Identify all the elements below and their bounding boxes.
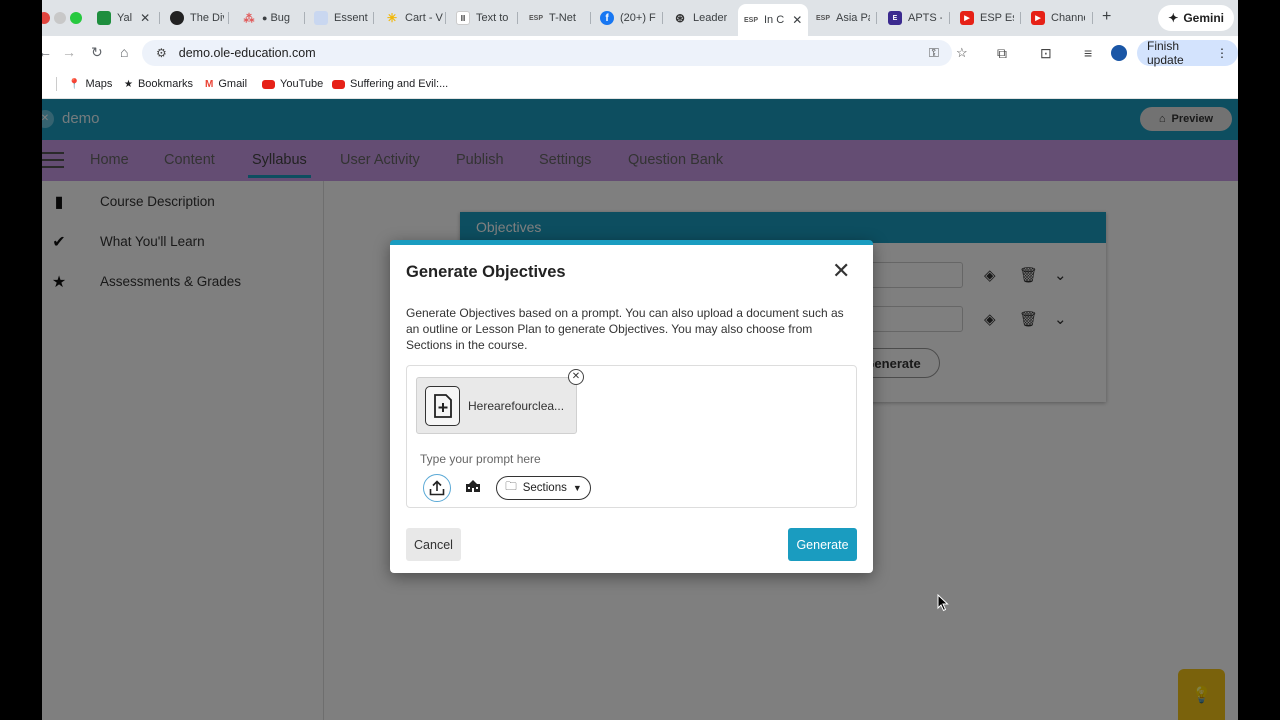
tab-close-icon[interactable]: ✕ — [792, 13, 802, 27]
tab-favicon-icon — [170, 11, 184, 25]
close-icon[interactable]: ✕ — [832, 260, 850, 282]
browser-tab[interactable]: f (20+) F — [600, 5, 656, 31]
tab-separator — [1020, 12, 1021, 24]
esp-favicon-icon: ESP — [744, 16, 759, 24]
bookmark-youtube[interactable]: YouTube — [262, 78, 323, 90]
upload-icon[interactable] — [423, 474, 451, 502]
esp-favicon-icon: ESP — [529, 14, 544, 22]
generate-objectives-modal: Generate Objectives ✕ Generate Objective… — [390, 240, 873, 573]
caret-down-icon: ▼ — [572, 483, 582, 493]
browser-tab[interactable]: E APTS - — [888, 5, 942, 31]
browser-tab[interactable]: The Div — [170, 5, 224, 31]
browser-toolbar: ← → ↻ ⌂ ⚙ demo.ole-education.com ⚿ ☆ ⧉ ⊡… — [42, 36, 1238, 68]
tab-separator — [949, 12, 950, 24]
site-info-icon[interactable]: ⚙ — [156, 46, 167, 60]
browser-tab[interactable]: ✳ Cart - V — [385, 5, 443, 31]
finish-update-button[interactable]: Finish update ⋮ — [1137, 39, 1238, 67]
extensions-icon[interactable]: ⧉ — [997, 45, 1007, 62]
asana-icon: ⁂ — [243, 12, 255, 25]
tab-close-icon[interactable]: ✕ — [140, 11, 150, 25]
recording-dot-icon: ● — [262, 13, 268, 23]
new-tab-plus-icon[interactable]: + — [1102, 8, 1111, 26]
mouse-cursor-icon — [937, 593, 949, 617]
forward-arrow-icon[interactable]: → — [62, 44, 76, 60]
window-close-dot[interactable] — [42, 12, 50, 24]
tab-separator — [876, 12, 877, 24]
browser-tab[interactable]: Yal ✕ — [97, 5, 150, 31]
media-controls-icon[interactable]: ≡ — [1084, 45, 1092, 61]
browser-tab[interactable]: ⊛ Leader — [673, 5, 727, 31]
cancel-button[interactable]: Cancel — [406, 528, 461, 561]
home-icon[interactable]: ⌂ — [120, 44, 128, 60]
browser-tab[interactable]: II Text to — [456, 5, 508, 31]
facebook-icon: f — [600, 11, 614, 25]
browser-tab[interactable]: ⁂ ● Bug — [242, 5, 291, 31]
prompt-box: Herearefourclea... ✕ 🗀Sections▼ — [406, 365, 857, 508]
tab-favicon-icon — [97, 11, 111, 25]
attachment-filename: Herearefourclea... — [468, 399, 565, 413]
tab-separator — [159, 12, 160, 24]
tab-separator — [304, 12, 305, 24]
remove-attachment-icon[interactable]: ✕ — [568, 369, 584, 385]
tab-separator — [228, 12, 229, 24]
bookmark-maps[interactable]: 📍 Maps — [68, 78, 112, 90]
profile-avatar[interactable] — [1111, 45, 1127, 61]
youtube-icon: ▶ — [960, 11, 974, 25]
reload-icon[interactable]: ↻ — [91, 44, 103, 61]
openai-icon: ⊛ — [674, 11, 686, 25]
more-menu-icon[interactable]: ⋮ — [1216, 46, 1228, 60]
window-minimize-dot[interactable] — [54, 12, 66, 24]
tab-search-icon[interactable]: ⊡ — [1040, 45, 1052, 62]
tab-separator — [590, 12, 591, 24]
gmail-icon: M — [205, 78, 214, 90]
browser-tab[interactable]: ESPAsia Pa — [816, 5, 870, 31]
bookmarks-bar: 📍 Maps ★ Bookmarks M Gmail YouTube Sufferin… — [42, 68, 1238, 99]
tab-separator — [1092, 12, 1093, 24]
bookmark-star-icon[interactable]: ☆ — [956, 45, 968, 61]
window-zoom-dot[interactable] — [70, 12, 82, 24]
file-add-icon — [425, 386, 460, 426]
tab-separator — [662, 12, 663, 24]
sections-dropdown[interactable]: 🗀 Sections ▼ — [496, 476, 591, 500]
password-key-icon[interactable]: ⚿ — [929, 45, 939, 61]
modal-description: Generate Objectives based on a prompt. Y… — [406, 306, 844, 352]
address-bar[interactable]: ⚙ demo.ole-education.com ⚿ ☆ — [142, 40, 968, 66]
tab-separator — [517, 12, 518, 24]
browser-tab[interactable]: Essenti — [314, 5, 368, 31]
tab-favicon-icon: E — [888, 11, 902, 25]
attachment-chip[interactable]: Herearefourclea... — [416, 377, 577, 434]
bookmark-suffering-and-evil[interactable]: Suffering and Evil:... — [332, 78, 448, 90]
modal-title: Generate Objectives — [406, 263, 566, 281]
maps-pin-icon: 📍 — [68, 78, 81, 90]
esp-favicon-icon: ESP — [816, 14, 831, 22]
generate-button[interactable]: Generate — [788, 528, 857, 561]
school-icon[interactable] — [465, 479, 481, 496]
youtube-icon — [262, 79, 275, 89]
back-arrow-icon[interactable]: ← — [42, 44, 52, 60]
prompt-input[interactable] — [420, 450, 840, 468]
folder-icon: 🗀 — [505, 480, 517, 493]
walmart-icon: ✳ — [386, 11, 398, 25]
tab-separator — [373, 12, 374, 24]
bookmark-bookmarks[interactable]: ★ Bookmarks — [124, 78, 193, 90]
youtube-icon — [332, 79, 345, 89]
gemini-sparkle-icon: ✦ — [1168, 11, 1179, 25]
pause-icon: II — [456, 11, 470, 25]
tab-favicon-icon — [314, 11, 328, 25]
browser-tab[interactable]: ▶ ESP Es — [960, 5, 1014, 31]
bookmarks-divider — [56, 77, 57, 91]
tab-separator — [445, 12, 446, 24]
browser-tab[interactable]: ▶Channe — [1031, 5, 1085, 31]
browser-window: Yal✕ The Div ⁂●Bug Essenti ✳Cart - V IIT… — [42, 0, 1238, 720]
browser-tab-active[interactable]: ESP In C ✕ — [738, 4, 809, 36]
star-icon: ★ — [124, 78, 133, 90]
browser-tab[interactable]: ESP T-Net — [529, 5, 576, 31]
youtube-icon: ▶ — [1031, 11, 1045, 25]
bookmark-gmail[interactable]: M Gmail — [205, 78, 247, 90]
gemini-button[interactable]: ✦ Gemini — [1158, 5, 1234, 31]
tab-strip: Yal✕ The Div ⁂●Bug Essenti ✳Cart - V IIT… — [42, 0, 1238, 36]
